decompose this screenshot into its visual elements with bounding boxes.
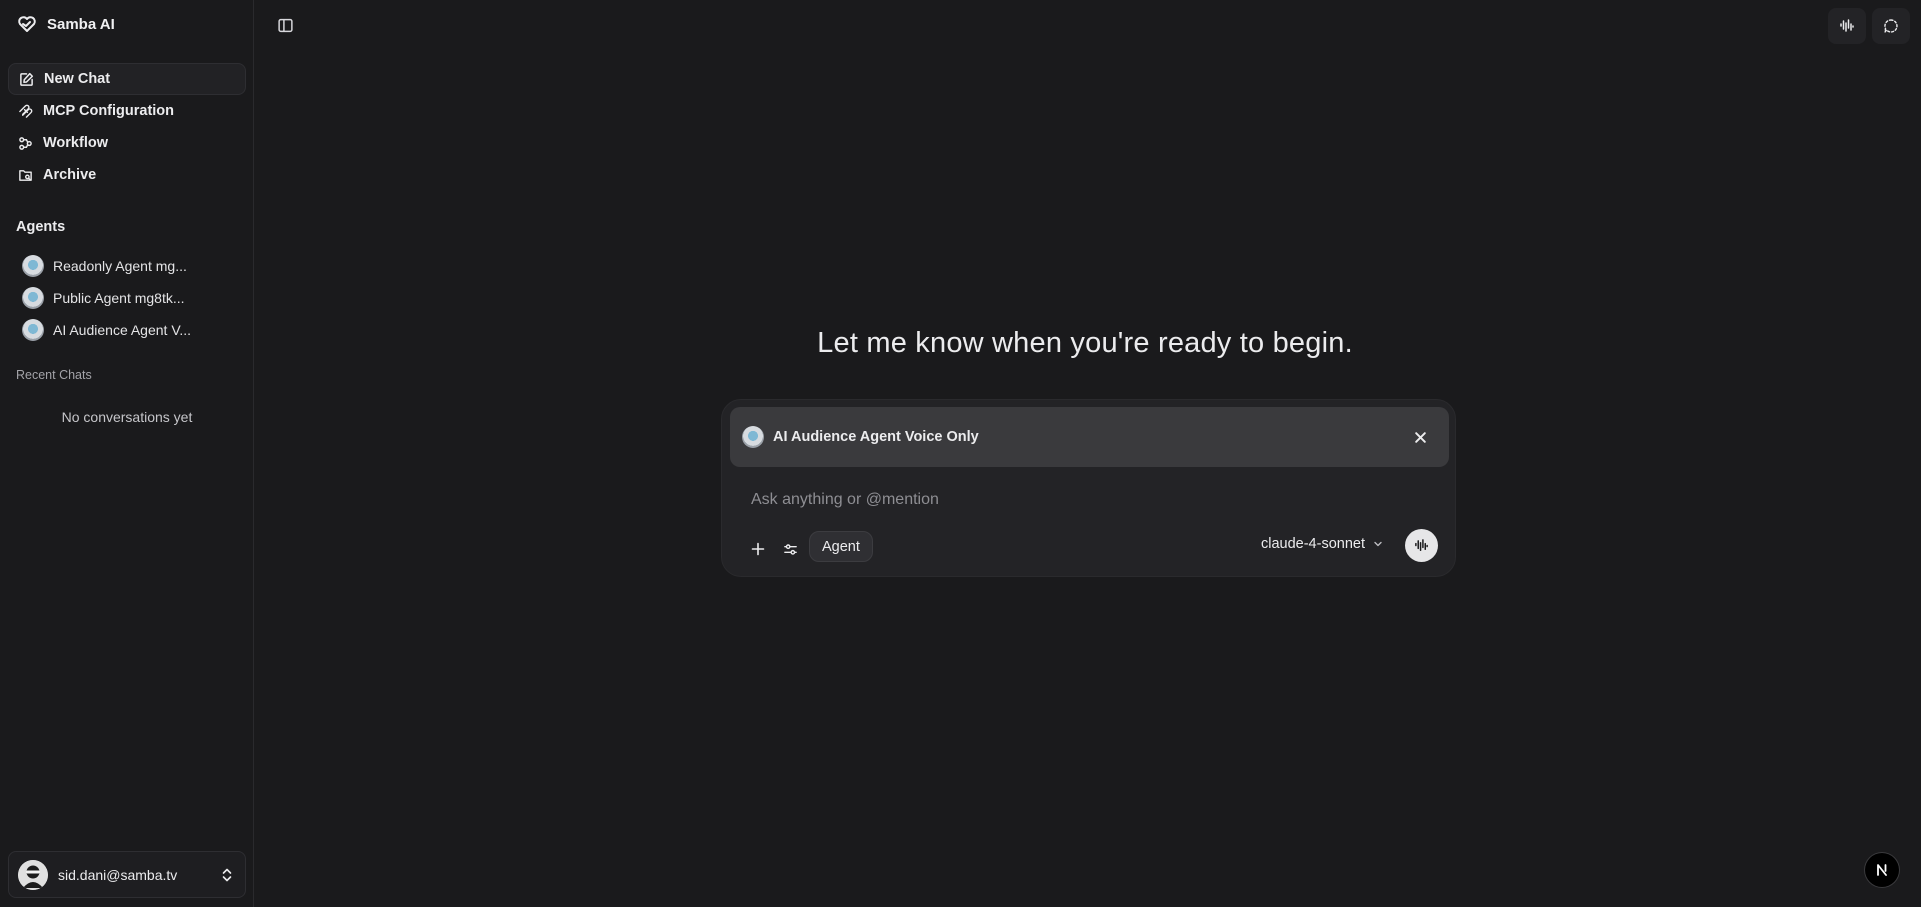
agents-heading: Agents <box>16 219 66 235</box>
agent-avatar <box>22 255 44 277</box>
page-title: Let me know when you're ready to begin. <box>817 327 1353 359</box>
mcp-icon <box>18 104 33 119</box>
nav-label: Archive <box>43 167 97 183</box>
brand[interactable]: Samba AI <box>17 14 115 34</box>
nav-archive[interactable]: Archive <box>8 159 246 191</box>
nav-label: Workflow <box>43 135 108 151</box>
audio-waveform-icon <box>1414 538 1429 553</box>
recent-chats-empty: No conversations yet <box>61 409 193 425</box>
plus-icon <box>751 542 765 556</box>
selected-agent-label: AI Audience Agent Voice Only <box>773 429 979 445</box>
nav-label: New Chat <box>44 71 111 87</box>
n-logo-icon <box>1874 862 1890 878</box>
model-selector[interactable]: claude-4-sonnet <box>1261 536 1383 552</box>
workflow-icon <box>18 136 33 151</box>
agent-avatar <box>742 426 764 448</box>
nav-mcp-configuration[interactable]: MCP Configuration <box>8 95 246 127</box>
archive-icon <box>18 168 33 183</box>
recent-chats-heading: Recent Chats <box>16 368 92 382</box>
sidebar-nav: New Chat MCP Configuration Workflow Arch… <box>8 63 246 191</box>
nav-label: MCP Configuration <box>43 103 175 119</box>
avatar <box>18 859 48 890</box>
audio-waveform-icon <box>1839 18 1855 34</box>
chat-composer: AI Audience Agent Voice Only Agent claud… <box>721 399 1456 577</box>
sidebar-toggle-icon[interactable] <box>277 17 294 34</box>
user-email: sid.dani@samba.tv <box>58 866 178 883</box>
next-devtools-button[interactable] <box>1865 853 1899 887</box>
agent-item[interactable]: Public Agent mg8tk... <box>22 282 242 314</box>
tools-settings-button[interactable] <box>778 537 802 561</box>
prompt-input[interactable] <box>749 488 1353 512</box>
model-name: claude-4-sonnet <box>1261 536 1365 552</box>
agent-avatar <box>22 287 44 309</box>
dashed-chat-icon <box>1883 18 1899 34</box>
user-menu[interactable]: sid.dani@samba.tv <box>8 851 246 898</box>
add-attachment-button[interactable] <box>746 537 770 561</box>
voice-input-button[interactable] <box>1405 529 1438 562</box>
agent-item[interactable]: Readonly Agent mg... <box>22 250 242 282</box>
voice-chat-button[interactable] <box>1828 8 1866 44</box>
chevron-up-down-icon <box>221 867 233 883</box>
agent-mode-toggle[interactable]: Agent <box>809 531 873 562</box>
close-icon[interactable] <box>1414 431 1427 444</box>
nav-workflow[interactable]: Workflow <box>8 127 246 159</box>
temporary-chat-button[interactable] <box>1872 8 1910 44</box>
samba-logo-icon <box>17 14 37 34</box>
chevron-down-icon <box>1373 539 1383 549</box>
edit-icon <box>19 72 34 87</box>
agent-label: Public Agent mg8tk... <box>53 290 185 306</box>
sliders-icon <box>783 542 798 557</box>
sidebar: Samba AI New Chat MCP Configuration Work… <box>0 0 254 907</box>
app-name: Samba AI <box>47 15 115 33</box>
nav-new-chat[interactable]: New Chat <box>8 63 246 95</box>
agent-label: Readonly Agent mg... <box>53 258 187 274</box>
selected-agent-chip: AI Audience Agent Voice Only <box>730 407 1449 467</box>
